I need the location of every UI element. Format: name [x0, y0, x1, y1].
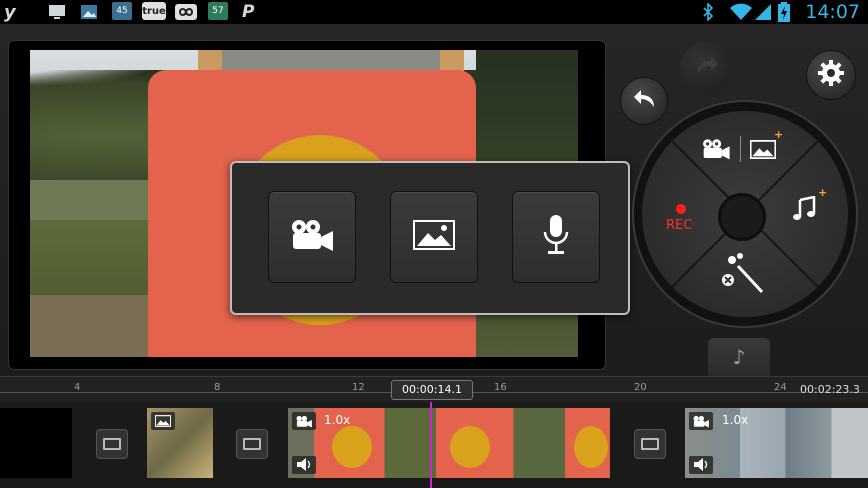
- playhead[interactable]: [430, 402, 432, 488]
- add-image-plus: +: [774, 128, 784, 141]
- gallery-icon: [80, 2, 98, 22]
- total-duration: 00:02:23.3: [800, 383, 860, 396]
- add-video-button[interactable]: [268, 191, 356, 283]
- infinity-icon: [174, 2, 198, 22]
- ruler-label: 16: [494, 382, 507, 393]
- wheel-music-button[interactable]: [792, 195, 816, 226]
- wheel-effects-button[interactable]: [720, 252, 766, 300]
- video-clip-badge: [292, 412, 316, 430]
- ruler-label: 8: [214, 382, 221, 393]
- paypal-icon: P: [242, 2, 255, 22]
- timeline-clip-image[interactable]: [147, 408, 213, 478]
- transition-button[interactable]: [96, 429, 128, 459]
- music-note-icon: [792, 195, 816, 226]
- clip-volume-button[interactable]: [689, 456, 713, 474]
- music-note-icon: ♪: [732, 345, 746, 369]
- clip-speed-label: 1.0x: [324, 413, 351, 427]
- add-music-plus: +: [818, 186, 828, 199]
- ruler-label: 12: [352, 382, 365, 393]
- clip-thumb-detail: [332, 426, 372, 468]
- ruler-label: 20: [634, 382, 647, 393]
- wifi-icon: [730, 2, 752, 22]
- image-clip-badge: [151, 412, 175, 430]
- speaker-icon: [296, 456, 312, 475]
- speaker-icon: [693, 456, 709, 475]
- current-time-display: 00:00:14.1: [391, 380, 473, 400]
- image-icon: [413, 220, 455, 254]
- transition-icon: [641, 438, 659, 450]
- clip-volume-button[interactable]: [292, 456, 316, 474]
- battery-icon: [778, 2, 790, 22]
- screen-icon: [48, 2, 66, 22]
- true-icon: true: [142, 2, 166, 20]
- timeline-clip-video[interactable]: [685, 408, 868, 478]
- transition-button[interactable]: [634, 429, 666, 459]
- clip-thumb-detail: [450, 426, 490, 468]
- effects-wand-icon: [720, 253, 766, 300]
- wheel-divider: [740, 136, 741, 162]
- redo-button[interactable]: [680, 42, 732, 94]
- gear-icon: [817, 59, 845, 91]
- ruler-label: 24: [774, 382, 787, 393]
- wheel-video-button[interactable]: [700, 138, 732, 164]
- calendar-icon: 45: [112, 2, 132, 20]
- timeline-clip-start[interactable]: [0, 408, 72, 478]
- music-track-tab[interactable]: ♪: [708, 338, 770, 376]
- record-button[interactable]: REC: [666, 218, 692, 233]
- ruler-label: 4: [74, 382, 81, 393]
- wheel-center-button[interactable]: [718, 193, 766, 241]
- status-clock: 14:07: [805, 1, 860, 23]
- status-bar: y 45 true 57 P 14:07: [0, 0, 868, 24]
- image-icon: [749, 139, 777, 163]
- settings-button[interactable]: [806, 50, 856, 100]
- photo-icon: 57: [208, 2, 228, 20]
- redo-icon: [693, 54, 719, 82]
- yahoo-icon: y: [4, 1, 16, 23]
- bluetooth-icon: [702, 2, 714, 22]
- video-camera-icon: [288, 218, 336, 256]
- transition-button[interactable]: [236, 429, 268, 459]
- video-clip-badge: [689, 412, 713, 430]
- video-camera-icon: [700, 139, 732, 164]
- wheel-image-button[interactable]: [749, 139, 777, 163]
- add-media-popup: [230, 161, 630, 315]
- record-dot-icon: [676, 204, 686, 214]
- signal-icon: [754, 2, 772, 22]
- transition-icon: [103, 438, 121, 450]
- add-voice-button[interactable]: [512, 191, 600, 283]
- clip-speed-label: 1.0x: [722, 413, 749, 427]
- transition-icon: [243, 438, 261, 450]
- add-image-button[interactable]: [390, 191, 478, 283]
- clip-thumb-detail: [574, 426, 608, 468]
- microphone-icon: [541, 214, 571, 260]
